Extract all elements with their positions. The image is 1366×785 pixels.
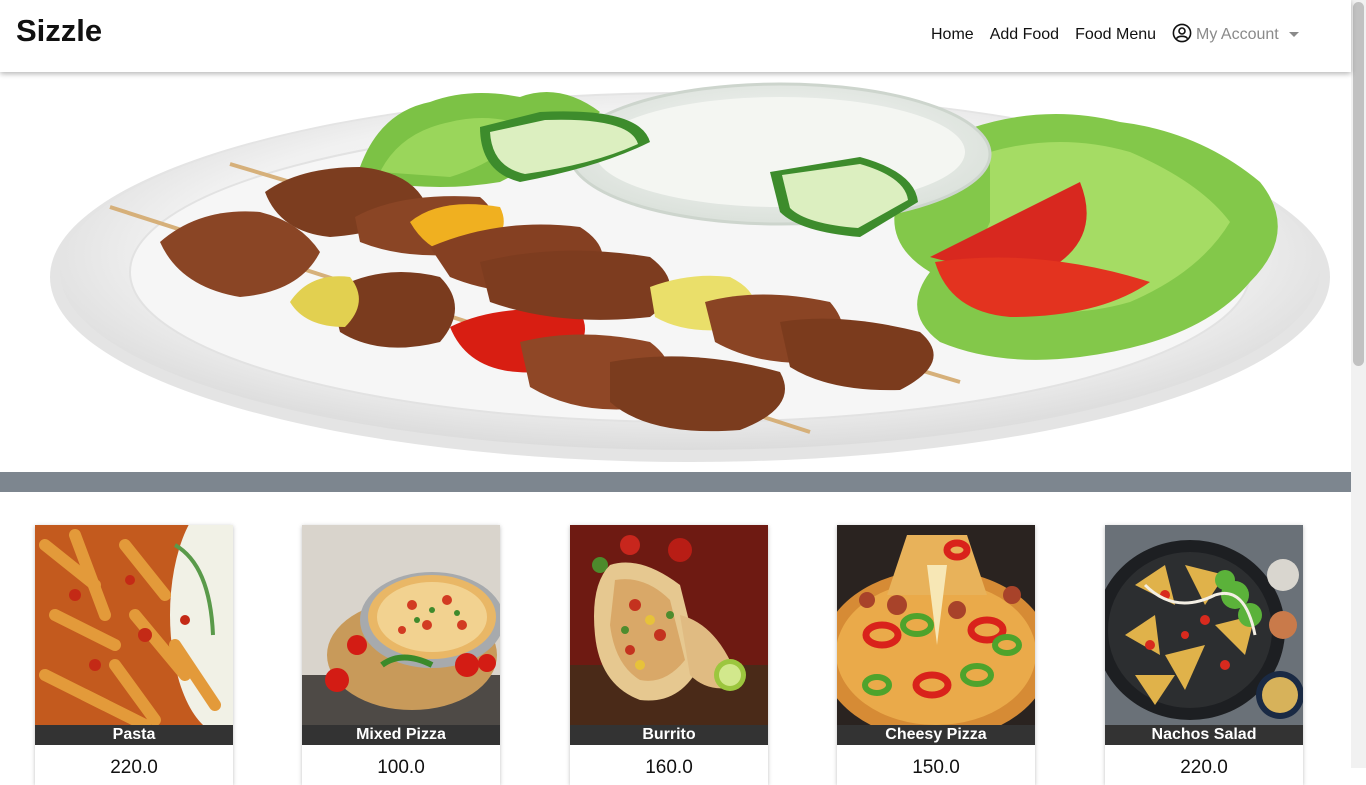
food-image-nachos-salad [1105, 525, 1303, 725]
nav-links: Home Add Food Food Menu My Account [923, 23, 1307, 45]
food-card-pasta[interactable]: Pasta 220.0 [35, 525, 233, 785]
food-card-burrito[interactable]: Burrito 160.0 [570, 525, 768, 785]
food-name: Cheesy Pizza [837, 725, 1035, 745]
nav-food-menu[interactable]: Food Menu [1067, 25, 1164, 45]
food-card-cheesy-pizza[interactable]: Cheesy Pizza 150.0 [837, 525, 1035, 785]
my-account-label: My Account [1196, 26, 1279, 43]
brand-logo[interactable]: Sizzle [16, 13, 102, 49]
nav-home[interactable]: Home [923, 25, 982, 45]
food-image-burrito [570, 525, 768, 725]
food-price: 220.0 [1180, 757, 1228, 778]
food-card-nachos-salad[interactable]: Nachos Salad 220.0 [1105, 525, 1303, 785]
nav-add-food[interactable]: Add Food [982, 25, 1067, 45]
food-price: 220.0 [110, 757, 158, 778]
food-name: Burrito [570, 725, 768, 745]
food-image-cheesy-pizza [837, 525, 1035, 725]
food-image-mixed-pizza [302, 525, 500, 725]
scrollbar-thumb[interactable] [1353, 2, 1364, 366]
caret-down-icon [1288, 31, 1299, 37]
food-card-mixed-pizza[interactable]: Mixed Pizza 100.0 [302, 525, 500, 785]
user-circle-icon [1172, 23, 1192, 43]
food-price: 160.0 [645, 757, 693, 778]
hero-banner-image [0, 72, 1351, 472]
page-scrollbar[interactable] [1351, 0, 1366, 768]
food-image-pasta [35, 525, 233, 725]
navbar: Sizzle Home Add Food Food Menu My Accoun… [0, 0, 1351, 72]
food-name: Mixed Pizza [302, 725, 500, 745]
food-name: Nachos Salad [1105, 725, 1303, 745]
food-name: Pasta [35, 725, 233, 745]
hero-divider [0, 472, 1351, 492]
my-account-dropdown[interactable]: My Account [1164, 23, 1307, 45]
food-price: 100.0 [377, 757, 425, 778]
food-price: 150.0 [912, 757, 960, 778]
